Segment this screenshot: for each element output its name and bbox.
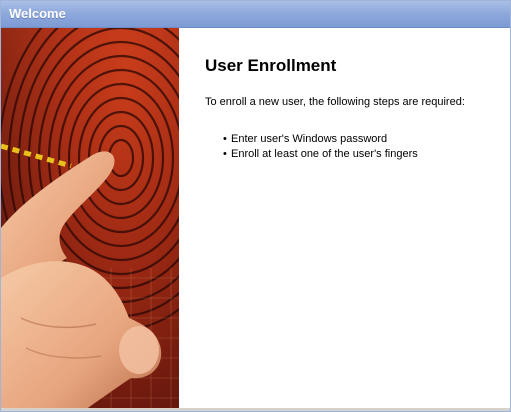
content-panel: User Enrollment To enroll a new user, th… xyxy=(179,28,510,411)
fingerprint-hand-illustration xyxy=(1,28,179,411)
list-item: • Enroll at least one of the user's finge… xyxy=(223,147,418,162)
welcome-window: Welcome User Enrollment To enroll a new … xyxy=(0,0,511,412)
step-text: Enter user's Windows password xyxy=(231,133,388,145)
page-title: User Enrollment xyxy=(205,56,337,75)
step-text: Enroll at least one of the user's finger… xyxy=(231,148,418,160)
list-item: • Enter user's Windows password xyxy=(223,132,418,147)
bullet-icon: • xyxy=(223,133,227,145)
window-title: Welcome xyxy=(9,6,66,21)
bullet-icon: • xyxy=(223,148,227,160)
fingerprint-banner-image xyxy=(1,28,179,411)
steps-list: • Enter user's Windows password • Enroll a… xyxy=(223,132,418,162)
intro-text: To enroll a new user, the following step… xyxy=(205,96,465,108)
bottom-divider xyxy=(1,408,510,411)
title-bar: Welcome xyxy=(1,1,510,28)
